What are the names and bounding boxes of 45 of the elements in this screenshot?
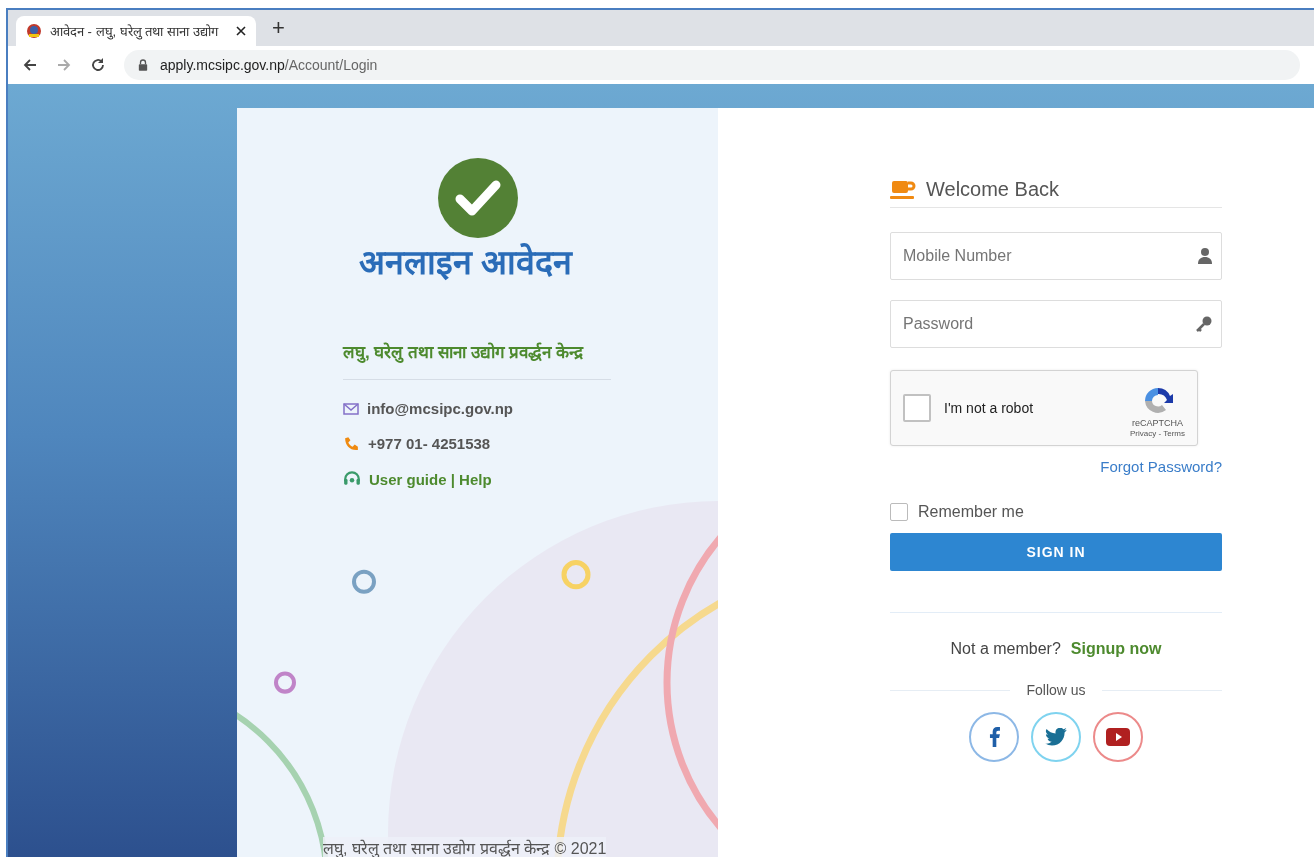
back-icon[interactable] [22,57,38,73]
input-field[interactable]: Password [890,300,1222,348]
remember-checkbox[interactable] [890,503,908,521]
url-text: apply.mcsipc.gov.np/Account/Login [160,57,378,73]
lock-icon [138,59,148,71]
emblem-icon [26,23,42,39]
input-field[interactable]: Mobile Number [890,232,1222,280]
address-bar[interactable]: apply.mcsipc.gov.np/Account/Login [124,50,1300,80]
bird-icon [1045,728,1067,746]
contact-text: info@mcsipc.gov.np [367,400,514,417]
ring-icon [274,671,296,694]
captcha-checkbox[interactable] [903,394,931,422]
browser-tab[interactable]: आवेदन - लघु, घरेलु तथा साना उद्योग [16,16,256,46]
app-title: अनलाइन आवेदन [359,242,573,283]
reload-icon[interactable] [90,57,106,73]
phone-icon [343,435,360,452]
coffee-cup-icon [890,179,916,200]
ring-icon [561,560,591,590]
remember-label: Remember me [918,503,1024,521]
twitter-button[interactable] [1031,712,1081,762]
organization-name: लघु, घरेलु तथा साना उद्योग प्रवर्द्धन केन्द्र [343,340,611,380]
follow-label: Follow us [1026,682,1086,698]
privacy-terms-link[interactable]: Privacy - Terms [1130,428,1185,438]
checkmark-icon [438,158,518,238]
sign-in-button[interactable]: SIGN IN [890,533,1222,571]
key-icon [1196,316,1212,332]
close-icon[interactable] [236,26,246,36]
envelope-icon [343,402,359,415]
forgot-password-link[interactable]: Forgot Password? [1100,458,1222,475]
recaptcha-text: reCAPTCHA [1132,417,1183,428]
facebook-icon [988,727,1000,747]
play-icon [1106,728,1130,746]
signup-link[interactable]: Signup now [1070,640,1162,658]
tab-title: आवेदन - लघु, घरेलु तथा साना उद्योग [50,23,220,40]
signup-prompt: Not a member? [950,640,1061,658]
captcha-label: I'm not a robot [944,400,1035,416]
help-link[interactable]: User guide | Help [369,470,492,488]
facebook-button[interactable] [969,712,1019,762]
form-heading: Welcome Back [926,178,1059,201]
youtube-button[interactable] [1093,712,1143,762]
new-tab-button[interactable]: + [264,15,293,41]
user-icon [1198,248,1212,264]
headset-icon [343,470,361,488]
contact-text: +977 01- 4251538 [368,435,491,452]
ring-icon [352,569,376,594]
